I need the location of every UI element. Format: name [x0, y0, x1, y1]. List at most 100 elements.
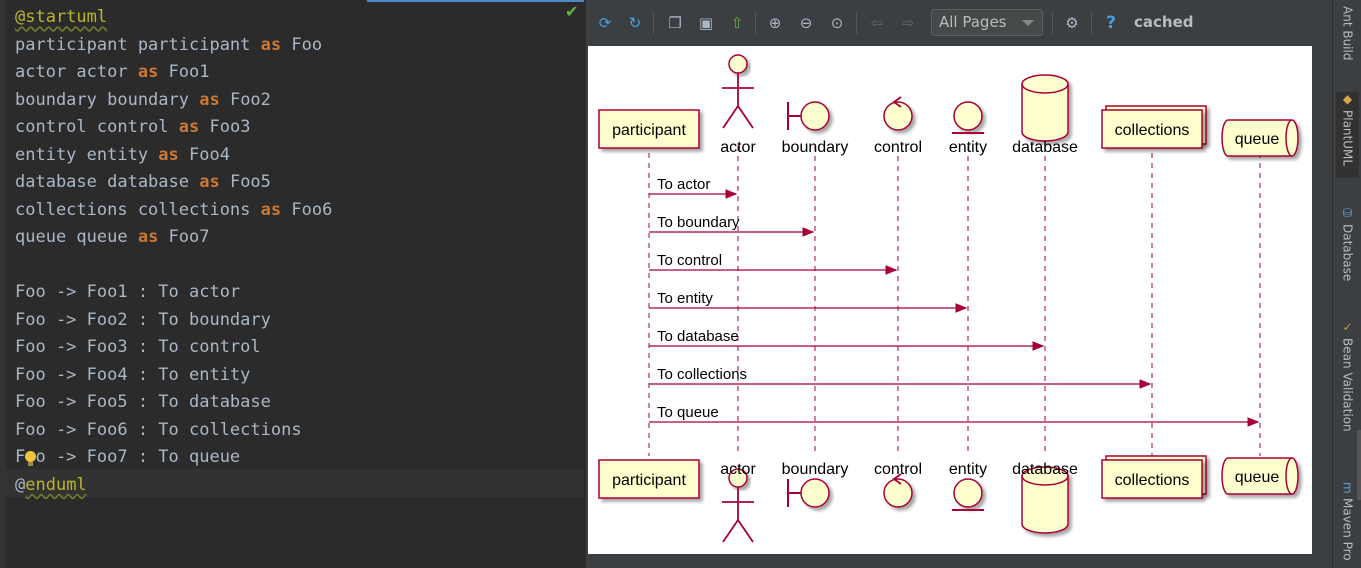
code-line[interactable]: queue queue as Foo7: [15, 224, 210, 251]
message-label: To database: [657, 328, 739, 345]
keyword-token: as: [137, 227, 159, 247]
maven-icon: m: [1340, 482, 1355, 494]
participant-label: control: [874, 461, 922, 478]
code-line[interactable]: boundary boundary as Foo2: [15, 87, 271, 114]
bean-validation-icon: ✓: [1340, 320, 1355, 334]
toolbar-separator: [653, 12, 654, 34]
right-tool-window-bar: Ant Build ◆ PlantUML ⛁ Database ✓ Bean V…: [1332, 0, 1361, 568]
export-icon[interactable]: ⇧: [727, 13, 747, 33]
cached-label: cached: [1134, 13, 1194, 31]
code-token: Foo -> Foo6 : To collections: [15, 419, 302, 440]
code-token: @: [15, 474, 26, 495]
tool-window-plantuml[interactable]: ◆ PlantUML: [1336, 92, 1359, 178]
editor-tab-indicator: [367, 0, 584, 2]
participant-label: entity: [949, 461, 987, 478]
code-line[interactable]: entity entity as Foo4: [15, 142, 230, 169]
participant-label: database: [1012, 139, 1078, 156]
help-icon[interactable]: ?: [1101, 13, 1121, 33]
message-arrowhead: [1032, 341, 1045, 351]
code-token: Foo7: [158, 227, 210, 247]
tool-window-bean-validation[interactable]: ✓ Bean Validation: [1336, 320, 1359, 438]
message-arrowhead: [1139, 379, 1152, 389]
participant-label: queue: [1235, 131, 1280, 148]
plantuml-icon: ◆: [1340, 92, 1355, 106]
participant-label: boundary: [782, 139, 849, 156]
message-arrowhead: [1247, 417, 1260, 427]
chevron-down-icon: [1022, 20, 1034, 26]
inspection-ok-icon: ✔: [565, 2, 579, 21]
code-line[interactable]: collections collections as Foo6: [15, 197, 332, 224]
keyword-token: as: [260, 199, 282, 220]
tool-window-ant-build[interactable]: Ant Build: [1336, 6, 1359, 62]
code-line[interactable]: Foo -> Foo6 : To collections: [15, 417, 302, 444]
code-line[interactable]: participant participant as Foo: [15, 32, 322, 59]
code-token: Foo -> Foo5 : To database: [15, 392, 271, 412]
code-line[interactable]: Foo -> Foo4 : To entity: [15, 362, 250, 389]
save-icon[interactable]: ▣: [696, 13, 716, 33]
participant-label: collections: [1115, 122, 1190, 139]
directive-token: enduml: [25, 474, 87, 495]
code-token: Foo -> Foo2 : To boundary: [15, 309, 271, 330]
tool-window-database[interactable]: ⛁ Database: [1336, 206, 1359, 288]
message-arrowhead: [802, 227, 815, 237]
code-token: Foo -> Foo3 : To control: [15, 337, 261, 357]
actor-head-bottom-leg-right: [737, 519, 754, 543]
keyword-token: as: [178, 117, 200, 137]
lightbulb-icon[interactable]: [25, 451, 36, 462]
code-token: Foo -> Foo1 : To actor: [15, 282, 241, 302]
participant-label: control: [874, 139, 922, 156]
code-token: Foo -> Foo7 : To queue: [15, 447, 241, 467]
sync-icon[interactable]: ↻: [625, 13, 645, 33]
boundary-head-top: [800, 101, 830, 131]
tool-window-maven[interactable]: m Maven Pro: [1336, 482, 1359, 568]
code-token: database database: [15, 172, 200, 192]
control-head-bottom: [883, 478, 913, 508]
refresh-icon[interactable]: ⟳: [595, 13, 615, 33]
scrollbar-thumb[interactable]: [1357, 430, 1361, 500]
copy-icon[interactable]: ❐: [665, 13, 685, 33]
directive-token: @startuml: [15, 7, 108, 27]
message-arrowhead: [885, 265, 898, 275]
database-head-top: [1021, 74, 1069, 142]
code-line[interactable]: Foo -> Foo3 : To control: [15, 334, 261, 361]
code-line[interactable]: @startuml: [15, 4, 107, 31]
code-token: actor actor: [15, 62, 138, 82]
code-line[interactable]: Foo -> Foo5 : To database: [15, 389, 271, 416]
keyword-token: as: [137, 62, 159, 82]
code-line[interactable]: database database as Foo5: [15, 169, 271, 196]
participant-label: participant: [612, 122, 686, 139]
code-line[interactable]: actor actor as Foo1: [15, 59, 210, 86]
settings-icon[interactable]: ⚙: [1062, 13, 1082, 33]
pages-select[interactable]: All Pages: [931, 9, 1043, 36]
entity-head-bottom: [953, 478, 983, 508]
entity-head-top: [953, 101, 983, 131]
code-line[interactable]: Foo -> Foo1 : To actor: [15, 279, 240, 306]
boundary-head-bottom: [800, 478, 830, 508]
actor-head-top-leg-right: [737, 105, 754, 129]
control-head-top: [883, 101, 913, 131]
pages-select-value: All Pages: [939, 13, 1007, 31]
zoom-out-icon[interactable]: ⊖: [796, 13, 816, 33]
zoom-actual-icon[interactable]: ⊙: [827, 13, 847, 33]
tool-window-label: Ant Build: [1340, 6, 1355, 61]
code-line[interactable]: control control as Foo3: [15, 114, 250, 141]
code-editor[interactable]: ✔ @startuml participant participant as Fo…: [0, 0, 584, 568]
message-label: To entity: [657, 290, 713, 307]
zoom-in-icon[interactable]: ⊕: [765, 13, 785, 33]
code-token: participant participant: [15, 34, 261, 55]
toolbar-separator: [755, 12, 756, 34]
participant-label: collections: [1115, 472, 1190, 489]
code-token: Foo4: [178, 144, 230, 165]
code-line[interactable]: Foo -> Foo2 : To boundary: [15, 307, 271, 334]
prev-page-icon[interactable]: ⇦: [867, 13, 887, 33]
code-line[interactable]: @enduml: [15, 472, 87, 499]
next-page-icon[interactable]: ⇨: [898, 13, 918, 33]
toolbar-separator: [856, 12, 857, 34]
message-label: To boundary: [657, 214, 740, 231]
caret-line-highlight: [6, 469, 584, 497]
code-token: Foo6: [281, 199, 333, 220]
plantuml-preview-panel: ⟳ ↻ ❐ ▣ ⇧ ⊕ ⊖ ⊙ ⇦ ⇨ All Pages ⚙ ? cached…: [584, 0, 1334, 568]
code-token: boundary boundary: [15, 89, 200, 110]
code-line[interactable]: Foo -> Foo7 : To queue: [15, 444, 240, 471]
code-token: Foo5: [219, 172, 271, 192]
